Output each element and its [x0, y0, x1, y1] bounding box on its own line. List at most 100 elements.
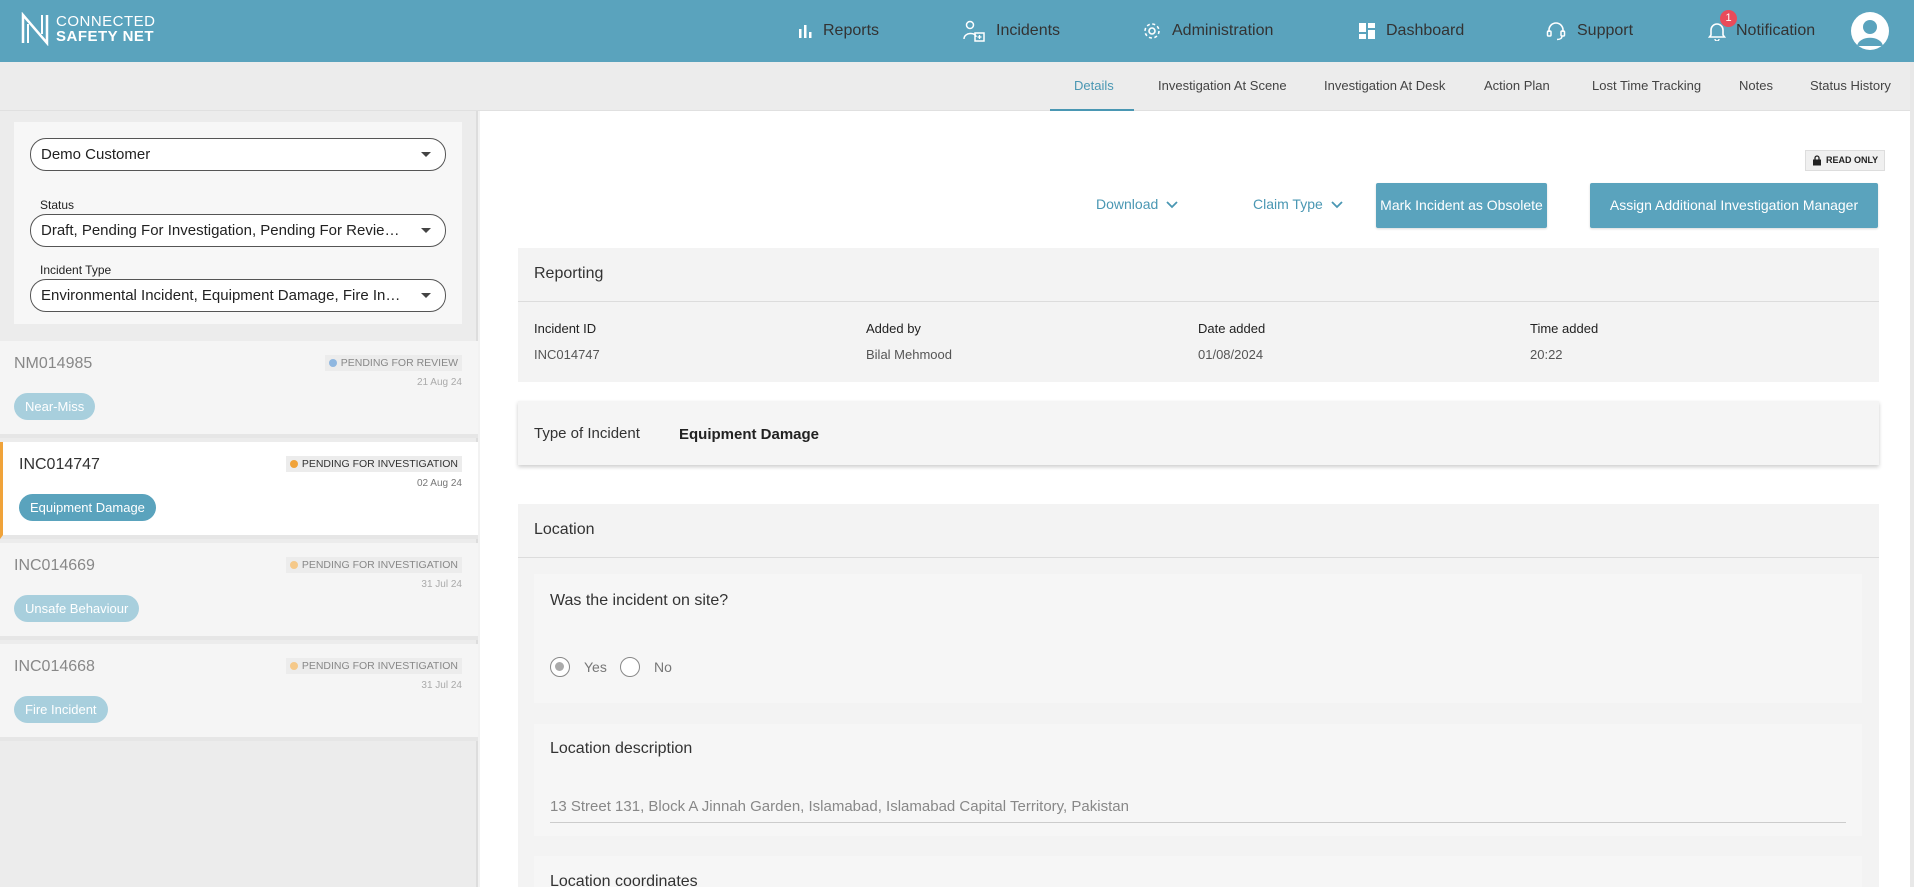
status-badge-label: PENDING FOR INVESTIGATION: [301, 660, 458, 672]
incident-date: 02 Aug 24: [416, 478, 462, 489]
incident-list-item[interactable]: INC014669 PENDING FOR INVESTIGATION 31 J…: [0, 543, 478, 640]
incident-person-icon: [963, 20, 985, 42]
time-added-label: Time added: [1530, 321, 1599, 336]
claim-type-dropdown[interactable]: Claim Type: [1253, 196, 1343, 212]
added-by-value: Bilal Mehmood: [866, 347, 952, 362]
added-by-label: Added by: [866, 321, 921, 336]
status-select[interactable]: Draft, Pending For Investigation, Pendin…: [30, 214, 446, 247]
incident-id: NM014985: [14, 355, 93, 372]
customer-select-value: Demo Customer: [41, 146, 151, 163]
chevron-down-icon: [1331, 201, 1343, 209]
dashboard-icon: [1359, 23, 1375, 39]
date-added-label: Date added: [1198, 321, 1266, 336]
dropdown-caret-icon: [421, 228, 431, 233]
status-badge: PENDING FOR REVIEW: [324, 355, 462, 371]
reporting-section: Reporting Incident ID INC014747 Added by…: [518, 248, 1879, 382]
tab-details[interactable]: Details: [1074, 78, 1114, 93]
type-of-incident-value: Equipment Damage: [679, 426, 820, 443]
nav-notification-label: Notification: [1736, 22, 1816, 39]
nav-reports-label: Reports: [823, 22, 880, 39]
nav-administration[interactable]: Administration: [1142, 20, 1273, 42]
status-badge: PENDING FOR INVESTIGATION: [285, 658, 462, 674]
chevron-down-icon: [1166, 201, 1178, 209]
brand-line-1: CONNECTED: [56, 13, 156, 30]
radio-yes-label: Yes: [584, 659, 607, 675]
type-of-incident-card: Type of Incident Equipment Damage: [518, 401, 1879, 465]
page-scrollbar[interactable]: [1910, 62, 1914, 887]
brand-logo[interactable]: CONNECTED SAFETY NET: [20, 12, 156, 46]
filter-panel: Demo Customer Status Draft, Pending For …: [14, 122, 462, 324]
location-coordinates-card: Location coordinates: [534, 856, 1862, 887]
incident-type-filter-label: Incident Type: [40, 263, 112, 277]
incident-id-value: INC014747: [534, 347, 600, 362]
top-navbar: CONNECTED SAFETY NET Reports Incidents A…: [0, 0, 1914, 62]
nav-incidents[interactable]: Incidents: [962, 20, 1060, 42]
incident-id-label: Incident ID: [534, 321, 597, 336]
status-filter-label: Status: [40, 198, 75, 212]
incident-type-tag: Unsafe Behaviour: [14, 595, 140, 622]
download-label: Download: [1096, 196, 1159, 212]
status-dot-icon: [289, 662, 298, 670]
section-divider: [518, 301, 1879, 302]
download-dropdown[interactable]: Download: [1096, 196, 1178, 212]
status-badge: PENDING FOR INVESTIGATION: [285, 456, 462, 472]
incident-sidebar: Demo Customer Status Draft, Pending For …: [0, 111, 478, 887]
tab-investigation-at-desk[interactable]: Investigation At Desk: [1324, 78, 1445, 93]
tab-investigation-at-scene[interactable]: Investigation At Scene: [1158, 78, 1287, 93]
nav-reports[interactable]: Reports: [797, 20, 879, 42]
status-dot-icon: [289, 561, 298, 569]
radio-no[interactable]: [620, 657, 640, 677]
nav-incidents-label: Incidents: [996, 22, 1061, 39]
status-badge-label: PENDING FOR INVESTIGATION: [301, 458, 458, 470]
nav-administration-label: Administration: [1172, 22, 1274, 39]
incident-id: INC014669: [14, 557, 95, 574]
dropdown-caret-icon: [421, 293, 431, 298]
mark-obsolete-button[interactable]: Mark Incident as Obsolete: [1376, 183, 1547, 228]
status-select-value: Draft, Pending For Investigation, Pendin…: [41, 222, 416, 239]
notification-count-badge: 1: [1720, 10, 1737, 27]
tab-action-plan[interactable]: Action Plan: [1484, 78, 1550, 93]
incident-type-tag: Fire Incident: [14, 696, 108, 723]
type-of-incident-label: Type of Incident: [534, 425, 640, 442]
location-description-card: Location description 13 Street 131, Bloc…: [534, 724, 1862, 836]
incident-type-select-value: Environmental Incident, Equipment Damage…: [41, 287, 418, 304]
user-avatar[interactable]: [1851, 12, 1889, 50]
claim-type-label: Claim Type: [1253, 196, 1323, 212]
nav-dashboard-label: Dashboard: [1386, 22, 1465, 39]
reporting-title: Reporting: [534, 265, 604, 282]
location-description-field[interactable]: 13 Street 131, Block A Jinnah Garden, Is…: [550, 791, 1846, 823]
incident-list-item[interactable]: INC014668 PENDING FOR INVESTIGATION 31 J…: [0, 644, 478, 741]
incident-id: INC014747: [19, 456, 100, 473]
tab-lost-time-tracking[interactable]: Lost Time Tracking: [1592, 78, 1701, 93]
customer-select[interactable]: Demo Customer: [30, 138, 446, 171]
status-badge-label: PENDING FOR INVESTIGATION: [301, 559, 458, 571]
user-icon: [1857, 20, 1883, 46]
dropdown-caret-icon: [421, 152, 431, 157]
incident-date: 31 Jul 24: [421, 579, 462, 590]
brand-text: CONNECTED SAFETY NET: [56, 14, 156, 44]
on-site-question: Was the incident on site?: [550, 592, 729, 609]
lock-icon: [1813, 155, 1821, 166]
incident-date: 31 Jul 24: [421, 680, 462, 691]
radio-yes[interactable]: [550, 657, 570, 677]
brand-line-2: SAFETY NET: [56, 28, 155, 45]
assign-investigation-manager-button[interactable]: Assign Additional Investigation Manager: [1590, 183, 1878, 228]
incident-type-select[interactable]: Environmental Incident, Equipment Damage…: [30, 279, 446, 312]
incident-date: 21 Aug 24: [416, 377, 462, 388]
detail-tabs: Details Investigation At Scene Investiga…: [0, 62, 1914, 111]
tab-notes[interactable]: Notes: [1739, 78, 1773, 93]
logo-mark-icon: [21, 12, 49, 46]
bar-chart-icon: [799, 25, 812, 38]
nav-notification[interactable]: 1 Notification: [1708, 10, 1816, 42]
status-dot-icon: [328, 359, 337, 367]
location-description-label: Location description: [550, 740, 693, 757]
status-badge: PENDING FOR INVESTIGATION: [285, 557, 462, 573]
read-only-badge: READ ONLY: [1805, 150, 1886, 171]
tab-status-history[interactable]: Status History: [1810, 78, 1891, 93]
nav-dashboard[interactable]: Dashboard: [1358, 20, 1464, 42]
incident-list-item[interactable]: NM014985 PENDING FOR REVIEW 21 Aug 24 Ne…: [0, 341, 478, 438]
incident-list-item-selected[interactable]: INC014747 PENDING FOR INVESTIGATION 02 A…: [0, 442, 478, 539]
headset-icon: [1546, 22, 1566, 41]
nav-support[interactable]: Support: [1545, 20, 1633, 42]
radio-no-label: No: [654, 659, 672, 675]
